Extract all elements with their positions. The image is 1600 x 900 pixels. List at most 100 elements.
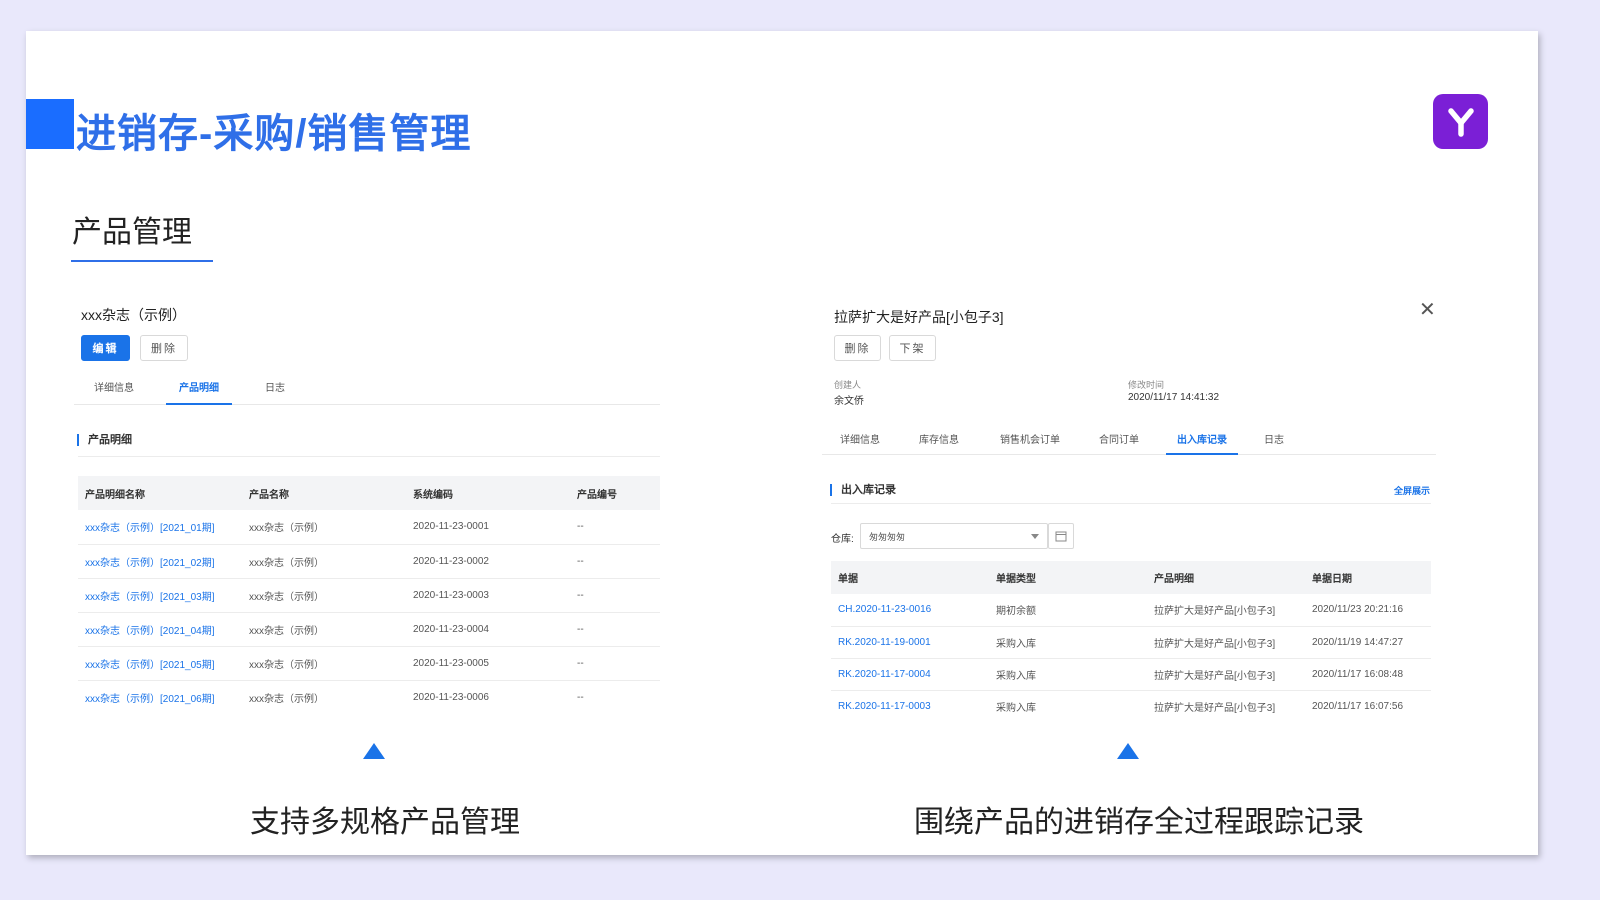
tab-product-details[interactable]: 产品明细 <box>166 379 232 405</box>
detail-name-link[interactable]: xxx杂志（示例）[2021_04期] <box>78 612 242 647</box>
slide-title: 进销存-采购/销售管理 <box>76 112 472 156</box>
y-logo-icon <box>1447 107 1474 137</box>
left-divider <box>78 456 660 457</box>
table-row[interactable]: xxx杂志（示例）[2021_03期] xxx杂志（示例） 2020-11-23… <box>78 578 660 613</box>
tab-stock-info[interactable]: 库存信息 <box>906 431 972 454</box>
calendar-icon <box>1055 531 1067 542</box>
table-row[interactable]: xxx杂志（示例）[2021_01期] xxx杂志（示例） 2020-11-23… <box>78 510 660 545</box>
delete-button[interactable]: 删除 <box>834 335 881 361</box>
document-date-cell: 2020/11/17 16:07:56 <box>1312 700 1404 712</box>
table-row[interactable]: RK.2020-11-19-0001 采购入库 拉萨扩大是好产品[小包子3] 2… <box>831 626 1431 659</box>
document-date-cell: 2020/11/23 20:21:16 <box>1305 594 1431 627</box>
col-header-system-code[interactable]: 系统编码 <box>406 476 570 510</box>
product-details-table: 产品明细名称 产品名称 系统编码 产品编号 xxx杂志（示例）[2021_01期… <box>78 476 660 714</box>
inventory-record-title: 拉萨扩大是好产品[小包子3] <box>834 309 1004 325</box>
product-number-cell: -- <box>570 544 660 579</box>
warehouse-label: 仓库: <box>831 534 854 545</box>
product-details-heading: 产品明细 <box>77 434 132 446</box>
col-header-detail-name[interactable]: 产品明细名称 <box>78 476 242 510</box>
tab-details[interactable]: 详细信息 <box>74 379 154 404</box>
creator-label: 创建人 <box>834 380 862 390</box>
document-type-cell: 采购入库 <box>989 626 1147 659</box>
creator-value: 余文侨 <box>834 396 864 407</box>
table-row[interactable]: RK.2020-11-17-0003 采购入库 拉萨扩大是好产品[小包子3] 2… <box>831 690 1431 722</box>
detail-name-link[interactable]: xxx杂志（示例）[2021_06期] <box>78 680 242 714</box>
table-row[interactable]: CH.2020-11-23-0016 期初余额 拉萨扩大是好产品[小包子3] 2… <box>831 594 1431 627</box>
calendar-button[interactable] <box>1048 523 1074 549</box>
right-caption: 围绕产品的进销存全过程跟踪记录 <box>914 806 1364 839</box>
tab-details[interactable]: 详细信息 <box>822 431 898 454</box>
table-row[interactable]: xxx杂志（示例）[2021_02期] xxx杂志（示例） 2020-11-23… <box>78 544 660 579</box>
table-header-row: 单据 单据类型 产品明细 单据日期 <box>831 561 1431 594</box>
title-accent-bar <box>26 99 74 149</box>
product-detail-cell: 拉萨扩大是好产品[小包子3] <box>1154 702 1276 714</box>
system-code-cell: 2020-11-23-0006 <box>413 691 489 703</box>
tab-log[interactable]: 日志 <box>1244 431 1304 454</box>
right-divider <box>831 503 1431 504</box>
document-link[interactable]: RK.2020-11-17-0004 <box>831 658 989 691</box>
detail-name-link[interactable]: xxx杂志（示例）[2021_03期] <box>78 578 242 613</box>
product-record-title: xxx杂志（示例） <box>81 307 186 323</box>
product-name-cell: xxx杂志（示例） <box>242 578 406 613</box>
product-number-cell: -- <box>570 578 660 613</box>
up-arrow-icon <box>1117 743 1139 759</box>
detail-name-link[interactable]: xxx杂志（示例）[2021_01期] <box>78 510 242 545</box>
detail-name-link[interactable]: xxx杂志（示例）[2021_02期] <box>78 544 242 579</box>
tab-stock-records[interactable]: 出入库记录 <box>1166 431 1238 455</box>
chevron-down-icon <box>1031 534 1039 539</box>
product-name-cell: xxx杂志（示例） <box>242 544 406 579</box>
system-code-cell: 2020-11-23-0003 <box>406 578 570 613</box>
table-header-row: 产品明细名称 产品名称 系统编码 产品编号 <box>78 476 660 510</box>
col-header-document-type[interactable]: 单据类型 <box>989 561 1147 594</box>
product-number-cell: -- <box>577 691 584 703</box>
stock-records-heading: 出入库记录 <box>830 484 896 496</box>
col-header-product-number[interactable]: 产品编号 <box>570 476 660 510</box>
document-date-cell: 2020/11/19 14:47:27 <box>1305 626 1431 659</box>
tab-log[interactable]: 日志 <box>242 379 308 404</box>
modified-time-value: 2020/11/17 14:41:32 <box>1128 392 1220 403</box>
document-type-cell: 采购入库 <box>989 658 1147 691</box>
document-link[interactable]: RK.2020-11-19-0001 <box>831 626 989 659</box>
stock-records-table: 单据 单据类型 产品明细 单据日期 CH.2020-11-23-0016 期初余… <box>831 561 1431 722</box>
tab-contract-orders[interactable]: 合同订单 <box>1088 431 1150 454</box>
document-link[interactable]: CH.2020-11-23-0016 <box>831 594 989 627</box>
product-name-cell: xxx杂志（示例） <box>249 693 324 705</box>
table-row[interactable]: xxx杂志（示例）[2021_05期] xxx杂志（示例） 2020-11-23… <box>78 646 660 681</box>
col-header-document-date[interactable]: 单据日期 <box>1305 561 1431 594</box>
fullscreen-link[interactable]: 全屏展示 <box>1394 484 1430 497</box>
product-detail-cell: 拉萨扩大是好产品[小包子3] <box>1147 626 1305 659</box>
left-tab-bar: 详细信息 产品明细 日志 <box>74 379 660 405</box>
close-icon[interactable]: ✕ <box>1419 297 1436 322</box>
section-heading: 产品管理 <box>72 216 192 249</box>
off-shelf-button[interactable]: 下架 <box>889 335 936 361</box>
warehouse-select-value: 匆匆匆匆 <box>869 531 906 542</box>
system-code-cell: 2020-11-23-0005 <box>406 646 570 681</box>
brand-logo <box>1433 94 1488 149</box>
warehouse-select[interactable]: 匆匆匆匆 <box>860 523 1048 549</box>
delete-button[interactable]: 删除 <box>140 335 188 361</box>
modified-time-label: 修改时间 <box>1128 380 1165 390</box>
edit-button[interactable]: 编辑 <box>81 335 130 361</box>
system-code-cell: 2020-11-23-0002 <box>406 544 570 579</box>
tab-sales-opportunity-orders[interactable]: 销售机会订单 <box>988 431 1072 454</box>
detail-name-link[interactable]: xxx杂志（示例）[2021_05期] <box>78 646 242 681</box>
col-header-product-name[interactable]: 产品名称 <box>242 476 406 510</box>
right-tab-bar: 详细信息 库存信息 销售机会订单 合同订单 出入库记录 日志 <box>822 431 1436 455</box>
col-header-product-detail[interactable]: 产品明细 <box>1147 561 1305 594</box>
product-name-cell: xxx杂志（示例） <box>242 612 406 647</box>
up-arrow-icon <box>363 743 385 759</box>
document-type-cell: 期初余额 <box>989 594 1147 627</box>
left-caption: 支持多规格产品管理 <box>250 806 520 839</box>
product-name-cell: xxx杂志（示例） <box>242 510 406 545</box>
col-header-document[interactable]: 单据 <box>831 561 989 594</box>
document-date-cell: 2020/11/17 16:08:48 <box>1305 658 1431 691</box>
table-row[interactable]: xxx杂志（示例）[2021_06期] xxx杂志（示例） 2020-11-23… <box>78 680 660 714</box>
system-code-cell: 2020-11-23-0001 <box>406 510 570 545</box>
product-detail-cell: 拉萨扩大是好产品[小包子3] <box>1147 594 1305 627</box>
section-underline <box>71 260 213 262</box>
document-link[interactable]: RK.2020-11-17-0003 <box>831 690 989 722</box>
product-name-cell: xxx杂志（示例） <box>242 646 406 681</box>
table-row[interactable]: RK.2020-11-17-0004 采购入库 拉萨扩大是好产品[小包子3] 2… <box>831 658 1431 691</box>
product-number-cell: -- <box>570 646 660 681</box>
table-row[interactable]: xxx杂志（示例）[2021_04期] xxx杂志（示例） 2020-11-23… <box>78 612 660 647</box>
